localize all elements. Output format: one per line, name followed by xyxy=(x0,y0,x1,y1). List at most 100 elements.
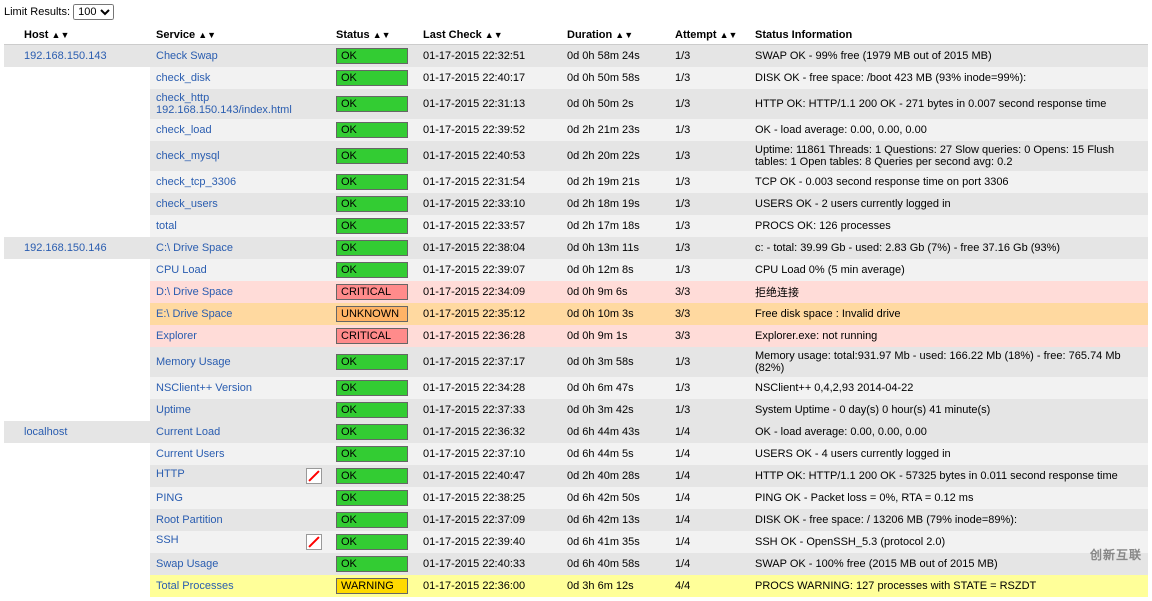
service-cell: PING xyxy=(150,487,330,509)
last-check-cell: 01-17-2015 22:38:25 xyxy=(417,487,561,509)
service-cell: Check Swap xyxy=(150,45,330,68)
host-cell xyxy=(4,443,150,465)
service-link[interactable]: Check Swap xyxy=(156,50,218,62)
service-link[interactable]: Total Processes xyxy=(156,580,234,592)
status-badge: OK xyxy=(336,48,408,64)
service-cell: check_mysql xyxy=(150,141,330,171)
host-cell xyxy=(4,399,150,421)
duration-cell: 0d 2h 21m 23s xyxy=(561,119,669,141)
host-cell: 192.168.150.143 xyxy=(4,45,150,68)
host-cell: 192.168.150.146 xyxy=(4,237,150,259)
last-check-cell: 01-17-2015 22:40:33 xyxy=(417,553,561,575)
status-info-cell: SWAP OK - 100% free (2015 MB out of 2015… xyxy=(749,553,1148,575)
service-link[interactable]: Uptime xyxy=(156,404,191,416)
last-check-cell: 01-17-2015 22:33:57 xyxy=(417,215,561,237)
host-cell xyxy=(4,119,150,141)
attempt-cell: 1/4 xyxy=(669,553,749,575)
duration-cell: 0d 6h 40m 58s xyxy=(561,553,669,575)
table-row: UptimeOK01-17-2015 22:37:330d 0h 3m 42s1… xyxy=(4,399,1148,421)
header-last-check: Last Check ▲▼ xyxy=(417,26,561,45)
status-badge: OK xyxy=(336,534,408,550)
limit-results-select[interactable]: 100 xyxy=(73,4,114,20)
attempt-cell: 1/3 xyxy=(669,259,749,281)
status-badge: OK xyxy=(336,424,408,440)
service-link[interactable]: Swap Usage xyxy=(156,558,218,570)
status-info-cell: HTTP OK: HTTP/1.1 200 OK - 271 bytes in … xyxy=(749,89,1148,119)
service-link[interactable]: check_disk xyxy=(156,72,210,84)
service-link[interactable]: Root Partition xyxy=(156,514,223,526)
status-cell: OK xyxy=(330,215,417,237)
status-cell: OK xyxy=(330,377,417,399)
header-duration: Duration ▲▼ xyxy=(561,26,669,45)
sort-status[interactable]: ▲▼ xyxy=(373,30,391,40)
service-cell: Current Users xyxy=(150,443,330,465)
status-cell: OK xyxy=(330,89,417,119)
service-link[interactable]: check_http 192.168.150.143/index.html xyxy=(156,92,292,116)
duration-cell: 0d 0h 9m 1s xyxy=(561,325,669,347)
duration-cell: 0d 6h 42m 50s xyxy=(561,487,669,509)
service-link[interactable]: SSH xyxy=(156,534,179,546)
status-badge: OK xyxy=(336,556,408,572)
host-cell xyxy=(4,215,150,237)
host-link[interactable]: localhost xyxy=(24,426,67,438)
service-link[interactable]: check_load xyxy=(156,124,212,136)
host-link[interactable]: 192.168.150.143 xyxy=(24,50,107,62)
sort-duration[interactable]: ▲▼ xyxy=(615,30,633,40)
service-cell: total xyxy=(150,215,330,237)
service-link[interactable]: Memory Usage xyxy=(156,356,231,368)
table-row: Root PartitionOK01-17-2015 22:37:090d 6h… xyxy=(4,509,1148,531)
service-link[interactable]: check_users xyxy=(156,198,218,210)
duration-cell: 0d 6h 44m 5s xyxy=(561,443,669,465)
sort-last-check[interactable]: ▲▼ xyxy=(485,30,503,40)
last-check-cell: 01-17-2015 22:31:54 xyxy=(417,171,561,193)
status-cell: OK xyxy=(330,67,417,89)
status-info-cell: Free disk space : Invalid drive xyxy=(749,303,1148,325)
host-cell: localhost xyxy=(4,421,150,443)
last-check-cell: 01-17-2015 22:37:17 xyxy=(417,347,561,377)
service-link[interactable]: Current Users xyxy=(156,448,224,460)
status-cell: OK xyxy=(330,141,417,171)
sort-service[interactable]: ▲▼ xyxy=(198,30,216,40)
service-link[interactable]: C:\ Drive Space xyxy=(156,242,233,254)
sort-host[interactable]: ▲▼ xyxy=(52,30,70,40)
status-badge: OK xyxy=(336,148,408,164)
status-badge: OK xyxy=(336,262,408,278)
status-info-cell: SSH OK - OpenSSH_5.3 (protocol 2.0) xyxy=(749,531,1148,553)
attempt-cell: 1/3 xyxy=(669,89,749,119)
attempt-cell: 1/3 xyxy=(669,45,749,68)
service-link[interactable]: check_mysql xyxy=(156,150,220,162)
service-link[interactable]: E:\ Drive Space xyxy=(156,308,232,320)
limit-results-row: Limit Results: 100 xyxy=(4,4,1148,20)
service-link[interactable]: check_tcp_3306 xyxy=(156,176,236,188)
attempt-cell: 3/3 xyxy=(669,281,749,303)
service-link[interactable]: D:\ Drive Space xyxy=(156,286,233,298)
host-cell xyxy=(4,303,150,325)
host-cell xyxy=(4,325,150,347)
table-row: PINGOK01-17-2015 22:38:250d 6h 42m 50s1/… xyxy=(4,487,1148,509)
duration-cell: 0d 0h 50m 2s xyxy=(561,89,669,119)
service-cell: SSH xyxy=(150,531,330,553)
host-link[interactable]: 192.168.150.146 xyxy=(24,242,107,254)
status-cell: OK xyxy=(330,119,417,141)
service-link[interactable]: PING xyxy=(156,492,183,504)
status-info-cell: Explorer.exe: not running xyxy=(749,325,1148,347)
attempt-cell: 1/3 xyxy=(669,119,749,141)
host-cell xyxy=(4,553,150,575)
status-badge: OK xyxy=(336,122,408,138)
service-link[interactable]: NSClient++ Version xyxy=(156,382,252,394)
attempt-cell: 1/4 xyxy=(669,465,749,487)
last-check-cell: 01-17-2015 22:38:04 xyxy=(417,237,561,259)
service-link[interactable]: HTTP xyxy=(156,468,185,480)
status-info-cell: DISK OK - free space: /boot 423 MB (93% … xyxy=(749,67,1148,89)
service-link[interactable]: Explorer xyxy=(156,330,197,342)
host-cell xyxy=(4,89,150,119)
header-status: Status ▲▼ xyxy=(330,26,417,45)
no-passive-icon xyxy=(306,534,322,550)
status-info-cell: USERS OK - 2 users currently logged in xyxy=(749,193,1148,215)
service-link[interactable]: CPU Load xyxy=(156,264,207,276)
service-link[interactable]: total xyxy=(156,220,177,232)
attempt-cell: 1/3 xyxy=(669,193,749,215)
service-link[interactable]: Current Load xyxy=(156,426,220,438)
attempt-cell: 1/4 xyxy=(669,487,749,509)
sort-attempt[interactable]: ▲▼ xyxy=(720,30,738,40)
